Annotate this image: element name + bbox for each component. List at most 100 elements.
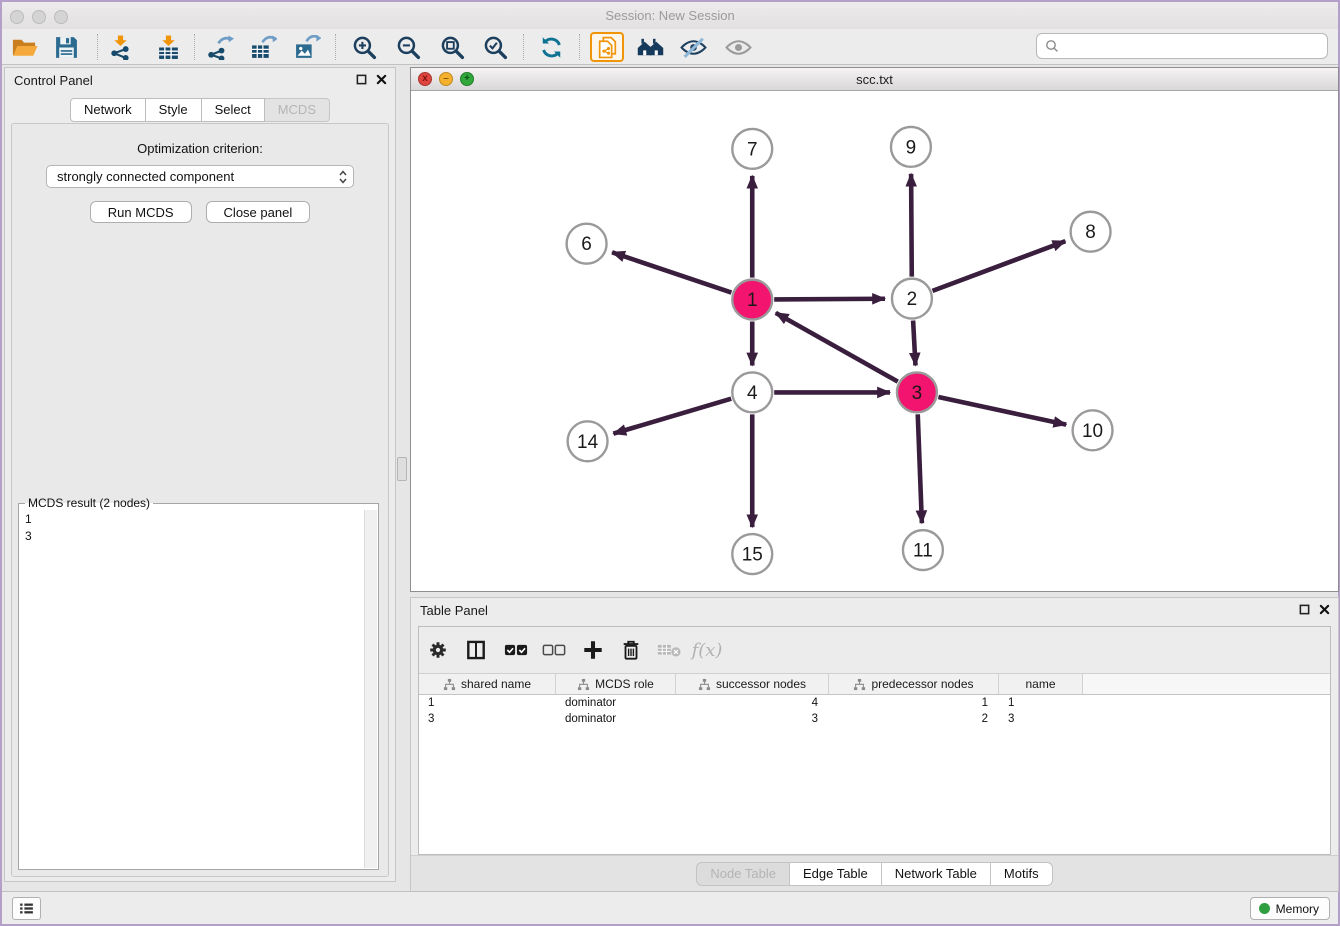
show-details-icon[interactable] [721, 32, 755, 62]
column-header-mcds-role[interactable]: MCDS role [556, 674, 676, 694]
float-table-panel-icon[interactable] [1299, 604, 1310, 615]
node-2[interactable]: 2 [892, 279, 932, 319]
search-icon [1045, 39, 1059, 53]
toolbar-separator [194, 34, 195, 60]
node-14[interactable]: 14 [568, 421, 608, 461]
svg-text:10: 10 [1082, 421, 1103, 442]
svg-text:2: 2 [907, 289, 918, 310]
control-panel-header: Control Panel [5, 68, 395, 92]
toolbar-separator [97, 34, 98, 60]
cell-successor-nodes[interactable]: 3 [676, 711, 829, 727]
table-panel-header: Table Panel [411, 598, 1338, 622]
table-row[interactable]: 3dominator323 [419, 711, 1330, 727]
splitter-handle[interactable] [397, 457, 407, 481]
node-7[interactable]: 7 [732, 129, 772, 169]
export-network-icon[interactable] [203, 32, 237, 62]
memory-button[interactable]: Memory [1250, 897, 1330, 920]
close-panel-icon[interactable] [376, 74, 387, 85]
search-input[interactable] [1064, 36, 1327, 56]
edge-3-10[interactable] [938, 397, 1066, 425]
status-menu-button[interactable] [12, 897, 41, 920]
table-row[interactable]: 1dominator411 [419, 695, 1330, 711]
export-image-icon[interactable] [290, 32, 324, 62]
node-3[interactable]: 3 [897, 372, 937, 412]
add-icon[interactable] [577, 635, 609, 665]
tab-mcds[interactable]: MCDS [265, 98, 330, 122]
edge-2-9[interactable] [911, 174, 912, 277]
zoom-in-icon[interactable] [347, 32, 381, 62]
node-1[interactable]: 1 [732, 280, 772, 320]
tab-motifs[interactable]: Motifs [991, 862, 1053, 886]
column-label: predecessor nodes [871, 677, 973, 691]
zoom-fit-icon[interactable] [435, 32, 469, 62]
node-11[interactable]: 11 [903, 530, 943, 570]
node-6[interactable]: 6 [567, 224, 607, 264]
network-snapshot-icon[interactable] [590, 32, 624, 62]
close-panel-button[interactable]: Close panel [206, 201, 311, 223]
svg-text:15: 15 [742, 545, 763, 566]
mcds-tab-content: Optimization criterion: strongly connect… [11, 123, 389, 877]
optimization-criterion-select[interactable]: strongly connected component [46, 165, 354, 188]
cell-mcds-role[interactable]: dominator [556, 695, 676, 711]
control-panel: Control Panel NetworkStyleSelectMCDS Opt… [4, 67, 396, 882]
node-10[interactable]: 10 [1073, 410, 1113, 450]
edge-4-14[interactable] [613, 399, 731, 434]
cell-shared-name[interactable]: 1 [419, 695, 556, 711]
export-table-icon[interactable] [246, 32, 280, 62]
column-label: shared name [461, 677, 531, 691]
deselect-all-icon[interactable] [538, 635, 570, 665]
save-session-icon[interactable] [49, 32, 83, 62]
cell-predecessor-nodes[interactable]: 1 [829, 695, 999, 711]
edge-1-6[interactable] [612, 252, 731, 292]
edge-3-1[interactable] [776, 313, 898, 382]
delete-icon[interactable] [615, 635, 647, 665]
node-15[interactable]: 15 [732, 534, 772, 574]
edge-2-3[interactable] [913, 321, 915, 366]
cell-name[interactable]: 3 [999, 711, 1083, 727]
select-all-icon[interactable] [500, 635, 532, 665]
gear-icon[interactable] [422, 635, 454, 665]
node-8[interactable]: 8 [1071, 212, 1111, 252]
tab-network[interactable]: Network [70, 98, 146, 122]
zoom-selected-icon[interactable] [478, 32, 512, 62]
home-icon[interactable] [633, 32, 667, 62]
import-network-icon[interactable] [103, 32, 137, 62]
edge-2-8[interactable] [932, 241, 1065, 291]
tab-network-table[interactable]: Network Table [882, 862, 991, 886]
hide-details-icon[interactable] [676, 32, 710, 62]
zoom-out-icon[interactable] [391, 32, 425, 62]
network-view-window: x – + scc.txt 1234678910111415 [410, 67, 1339, 592]
cell-mcds-role[interactable]: dominator [556, 711, 676, 727]
refresh-icon[interactable] [534, 32, 568, 62]
search-box[interactable] [1036, 33, 1328, 59]
edge-3-11[interactable] [918, 414, 922, 523]
tab-node-table[interactable]: Node Table [696, 862, 790, 886]
control-panel-tabs: NetworkStyleSelectMCDS [5, 98, 395, 122]
network-canvas[interactable]: 1 2 3 4 6 7 8 9 10 11 14 15 [411, 91, 1338, 591]
columns-icon[interactable] [460, 635, 492, 665]
column-header-successor-nodes[interactable]: successor nodes [676, 674, 829, 694]
cell-shared-name[interactable]: 3 [419, 711, 556, 727]
float-panel-icon[interactable] [356, 74, 367, 85]
svg-text:4: 4 [747, 383, 758, 404]
node-4[interactable]: 4 [732, 372, 772, 412]
column-label: name [1025, 677, 1055, 691]
column-header-shared-name[interactable]: shared name [419, 674, 556, 694]
cell-successor-nodes[interactable]: 4 [676, 695, 829, 711]
mcds-result-list: 13 [19, 510, 364, 869]
tab-edge-table[interactable]: Edge Table [790, 862, 882, 886]
cell-predecessor-nodes[interactable]: 2 [829, 711, 999, 727]
close-table-panel-icon[interactable] [1319, 604, 1330, 615]
column-header-predecessor-nodes[interactable]: predecessor nodes [829, 674, 999, 694]
open-file-icon[interactable] [7, 32, 41, 62]
run-mcds-button[interactable]: Run MCDS [90, 201, 192, 223]
tab-style[interactable]: Style [146, 98, 202, 122]
criterion-label: Optimization criterion: [12, 141, 388, 156]
tab-select[interactable]: Select [202, 98, 265, 122]
import-table-icon[interactable] [151, 32, 185, 62]
cell-name[interactable]: 1 [999, 695, 1083, 711]
node-9[interactable]: 9 [891, 127, 931, 167]
edge-1-2[interactable] [774, 299, 885, 300]
result-scrollbar[interactable] [364, 510, 377, 868]
column-header-name[interactable]: name [999, 674, 1083, 694]
